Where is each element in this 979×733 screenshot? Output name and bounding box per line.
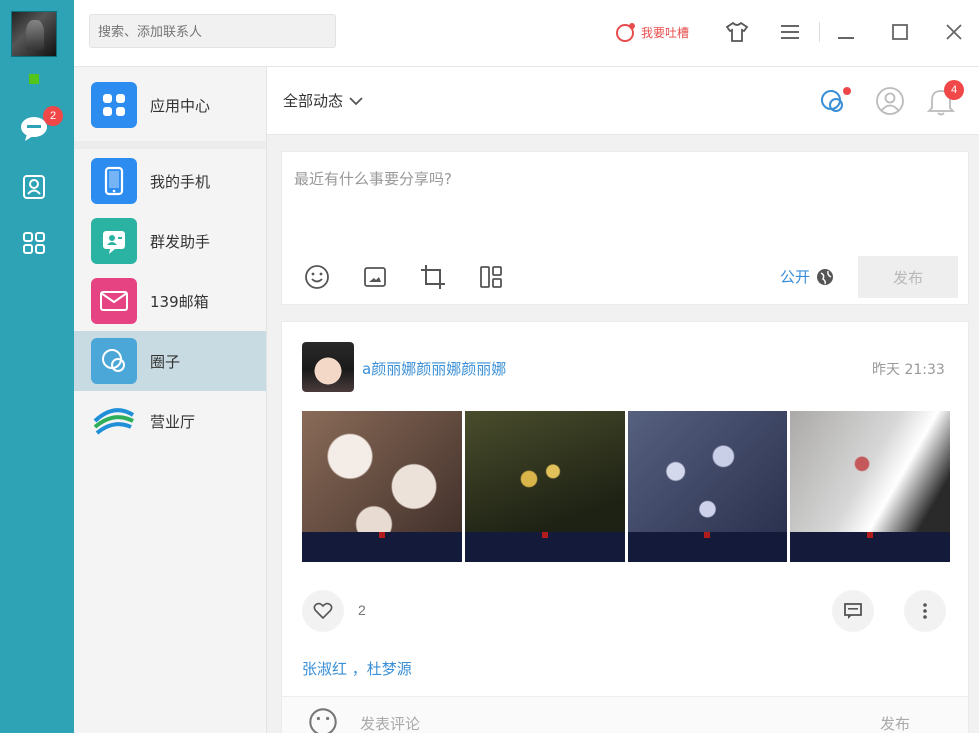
post-composer: 最近有什么事要分享吗? 公开 发布 [281,151,969,305]
mail-icon [91,278,137,324]
nav-label-circle: 圈子 [150,352,181,371]
comment-button[interactable] [832,590,874,632]
like-count: 2 [358,602,366,618]
heart-icon [313,602,333,620]
messages-badge: 2 [43,106,63,126]
composer-input[interactable]: 最近有什么事要分享吗? [294,168,452,189]
nav-item-circle[interactable]: 圈子 [74,331,266,391]
post-author-name[interactable]: a颜丽娜颜丽娜颜丽娜 [362,358,506,379]
phone-icon [91,158,137,204]
nav-label-mass-send: 群发助手 [150,232,211,251]
post-timestamp: 昨天 21:33 [872,362,945,378]
visibility-label: 公开 [780,268,811,286]
chevron-down-icon [349,96,363,105]
post-photo[interactable] [627,411,788,562]
minimize-button[interactable] [832,18,860,46]
post-photo-grid [302,411,950,562]
china-mobile-logo-icon [91,398,137,444]
visibility-selector[interactable]: 公开 [780,266,834,287]
publish-button[interactable]: 发布 [858,256,958,298]
feed-filter-label: 全部动态 [283,92,344,110]
nav-item-139-mail[interactable]: 139邮箱 [74,271,266,331]
more-vertical-icon [923,603,927,619]
post-photo[interactable] [302,411,462,562]
nav-divider [74,141,266,149]
comment-input[interactable]: 发表评论 [360,713,420,733]
feed-header: 全部动态 4 [267,67,979,135]
nav-item-business-hall[interactable]: 营业厅 [74,391,266,451]
feedback-button[interactable]: 我要吐槽 [615,20,689,44]
emoji-icon[interactable] [308,707,338,733]
title-bar-separator [819,22,820,42]
like-button[interactable] [302,590,344,632]
apps-button[interactable] [17,226,51,260]
nav-item-mass-send[interactable]: 群发助手 [74,211,266,271]
skin-button[interactable] [723,18,751,46]
more-options-button[interactable] [904,590,946,632]
image-button[interactable] [360,262,390,292]
feedback-icon [616,23,635,42]
liked-by-list[interactable]: 张淑红 ，杜梦源 [302,658,412,679]
app-nav: 应用中心 我的手机 群发助手 139邮箱 圈子 营业厅 [74,67,267,733]
maximize-button[interactable] [886,18,914,46]
emoji-icon [305,265,329,289]
search-input[interactable] [89,14,336,48]
contacts-icon [23,175,45,199]
feed-filter-dropdown[interactable]: 全部动态 [283,90,363,111]
online-status-indicator [29,74,39,84]
circle-feed-button[interactable] [817,85,851,117]
crop-icon [421,265,445,289]
layout-icon [480,266,502,288]
nav-label-business-hall: 营业厅 [150,412,196,431]
mass-send-icon [91,218,137,264]
feedback-label: 我要吐槽 [641,25,690,40]
feed-panel: 全部动态 4 最近有什么事要分享吗? 公开 发布 a颜丽娜颜丽娜颜丽娜 昨天 2… [267,67,979,733]
menu-icon [781,25,799,39]
image-icon [364,267,386,287]
contacts-button[interactable] [17,170,51,204]
post-photo[interactable] [790,411,950,562]
close-icon [946,24,962,40]
user-avatar[interactable] [11,11,57,57]
user-icon [876,87,904,115]
menu-button[interactable] [776,18,804,46]
nav-label-app-center: 应用中心 [150,96,211,115]
shirt-icon [725,21,749,42]
feed-post: a颜丽娜颜丽娜颜丽娜 昨天 21:33 2 张淑红 ，杜梦源 发表评论 发布 [281,321,969,733]
maximize-icon [892,24,908,40]
profile-button[interactable] [874,85,906,117]
notifications-badge: 4 [944,80,964,100]
nav-label-my-phone: 我的手机 [150,172,211,191]
circle-unread-dot [843,87,851,95]
comment-icon [844,603,862,619]
title-bar: 我要吐槽 [74,0,979,67]
comment-send-button[interactable]: 发布 [880,713,910,733]
app-center-icon [91,82,137,128]
emoji-button[interactable] [302,262,332,292]
nav-item-app-center[interactable]: 应用中心 [74,75,266,135]
post-author-avatar[interactable] [302,342,354,392]
nav-item-my-phone[interactable]: 我的手机 [74,151,266,211]
comment-bar: 发表评论 发布 [282,696,968,733]
close-button[interactable] [940,18,968,46]
left-rail: 2 [0,0,74,733]
layout-button[interactable] [476,262,506,292]
post-photo[interactable] [464,411,625,562]
globe-icon [817,268,834,285]
grid-icon [23,232,45,254]
circle-icon [91,338,137,384]
crop-button[interactable] [418,262,448,292]
nav-label-139-mail: 139邮箱 [150,292,209,311]
minimize-icon [838,37,854,39]
